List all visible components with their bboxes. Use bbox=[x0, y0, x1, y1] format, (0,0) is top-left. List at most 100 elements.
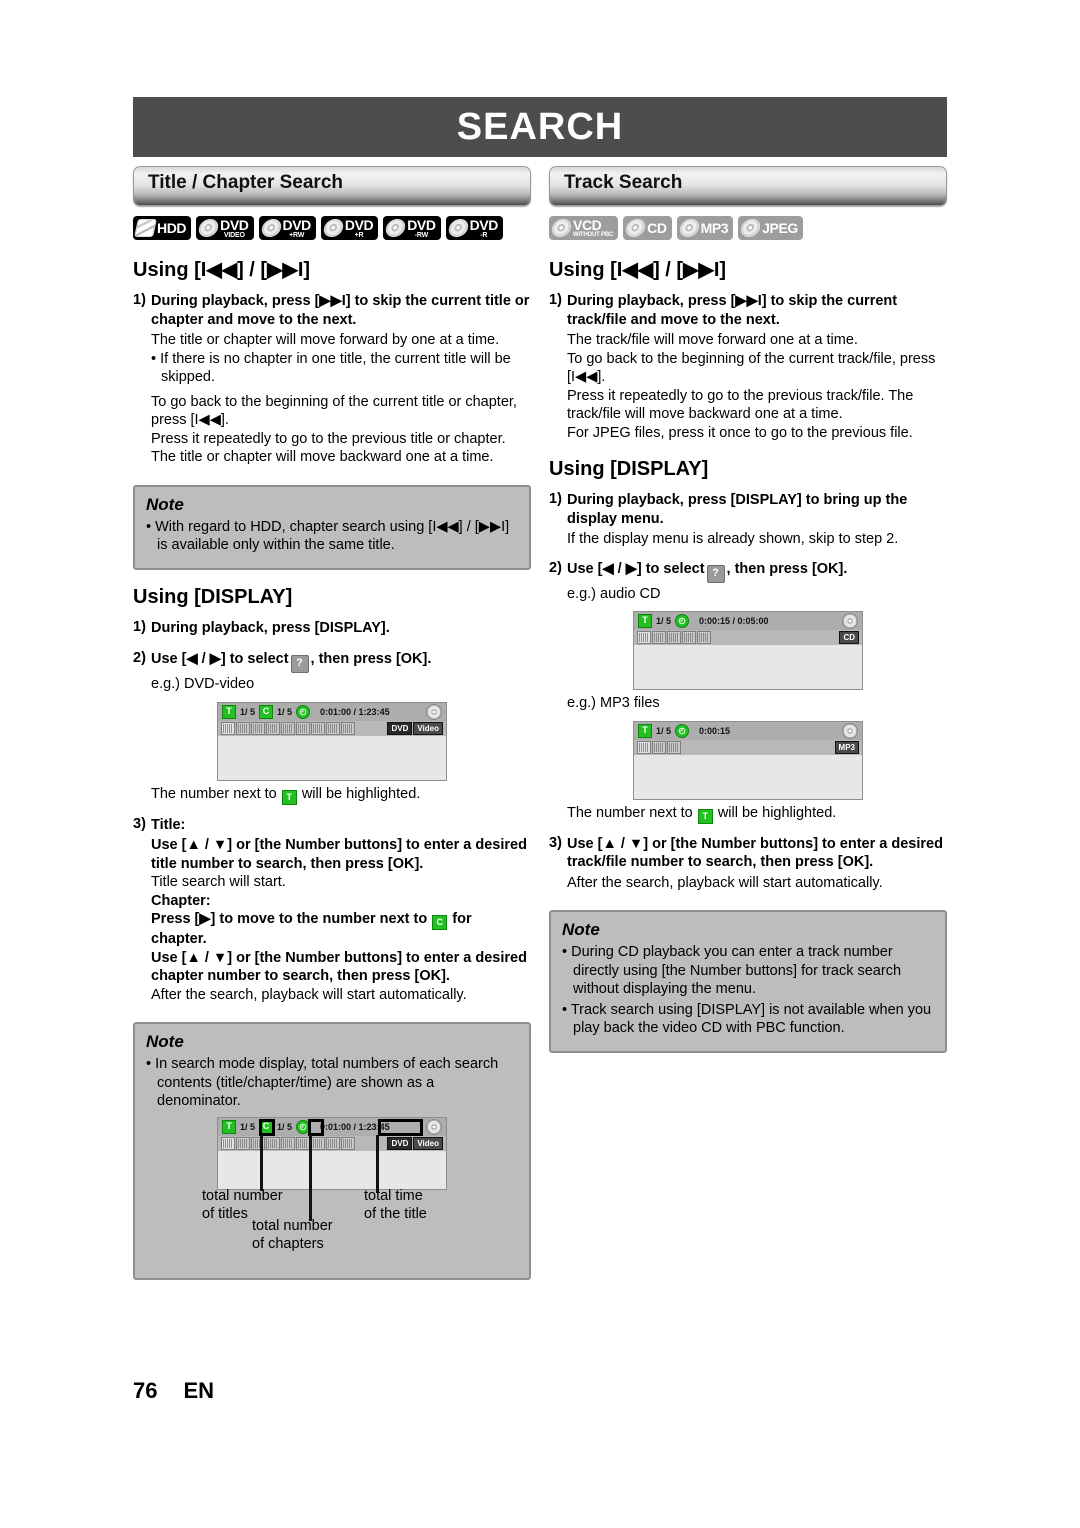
media-badge-line2: VIDEO bbox=[223, 231, 245, 239]
media-badge-line1: DVD bbox=[344, 216, 374, 233]
heading-using-display-left: Using [DISPLAY] bbox=[133, 585, 293, 608]
callout-label-total-chapters: total number of chapters bbox=[252, 1217, 333, 1253]
note-list: With regard to HDD, chapter search using… bbox=[146, 518, 518, 555]
media-badge-dvd-video: DVD VIDEO bbox=[196, 216, 254, 240]
osd-icon-row: CD bbox=[634, 630, 862, 645]
osd-status-row: T 1/ 5 ◴ 0:00:15 / 0:05:00 bbox=[634, 612, 862, 630]
osd-clock-tag: ◴ bbox=[675, 614, 690, 628]
media-badge-dvd-plus-r: DVD +R bbox=[320, 216, 379, 240]
osd-video-area bbox=[634, 645, 862, 689]
section-title-label: Track Search bbox=[564, 172, 683, 193]
osd-chapter-number: 1/ 5 bbox=[277, 1121, 293, 1132]
osd-disc-icon bbox=[426, 1118, 442, 1135]
note-title: Note bbox=[562, 920, 600, 939]
step-3-left: 3) Title: bbox=[133, 816, 531, 835]
step-text-part-a: Use [◀ / ▶] to select bbox=[567, 560, 705, 577]
step-number: 1) bbox=[133, 618, 146, 635]
osd-screenshot-dvd: T 1/ 5 C 1/ 5 ◴ 0:01:00 / 1:23:45 DVD Vi… bbox=[217, 701, 447, 781]
step-1-detail-2: To go back to the beginning of the curre… bbox=[151, 393, 517, 429]
example-label-audio-cd: e.g.) audio CD bbox=[567, 585, 661, 602]
osd-marker-icon bbox=[682, 631, 696, 644]
step-3-after-search: After the search, playback will start au… bbox=[151, 986, 467, 1003]
step-number: 1) bbox=[133, 292, 146, 308]
highlight-sentence-left: The number next to T will be highlighted… bbox=[151, 785, 531, 805]
highlight-sentence-part-b: will be highlighted. bbox=[301, 785, 421, 802]
osd-audio-icon bbox=[236, 1136, 250, 1150]
osd-screenshot-cd-wrap: T 1/ 5 ◴ 0:00:15 / 0:05:00 CD bbox=[549, 611, 947, 690]
osd-time-readout: 0:00:15 / 0:05:00 bbox=[699, 616, 769, 626]
display-step-2-right: 2) Use [◀ / ▶] to select?, then press [O… bbox=[549, 560, 947, 583]
step-text: During playback, press [▶▶I] to skip the… bbox=[151, 293, 530, 328]
note-box-left-1: Note With regard to HDD, chapter search … bbox=[133, 484, 531, 570]
callout-line2: of the title bbox=[364, 1205, 427, 1222]
callout-label-total-time: total time of the title bbox=[364, 1187, 427, 1223]
chapter-instr-part-a: Press [▶] to move to the number next to bbox=[151, 911, 428, 927]
heading-using-skip-right: Using [I◀◀] / [▶▶I] bbox=[549, 259, 727, 281]
manual-page: SEARCH Title / Chapter Search HDD DVD VI… bbox=[133, 97, 947, 1280]
media-badge-line1: DVD bbox=[220, 216, 249, 233]
step-text: During playback, press [DISPLAY]. bbox=[151, 619, 390, 636]
callout-diagram: T 1/ 5 C 1/ 5 ◴ 0:01:00 / 1:23:45 DVD Vi… bbox=[146, 1116, 518, 1267]
callout-line-titles bbox=[260, 1134, 263, 1191]
osd-clock-tag: ◴ bbox=[296, 704, 311, 719]
step-number: 1) bbox=[549, 491, 562, 507]
step-1-left: 1) During playback, press [▶▶I] to skip … bbox=[133, 292, 531, 329]
example-label-mp3-files: e.g.) MP3 files bbox=[567, 695, 660, 711]
disc-icon bbox=[384, 219, 408, 237]
osd-video-area bbox=[634, 754, 862, 799]
note-box-right: Note During CD playback you can enter a … bbox=[549, 910, 947, 1053]
step-text-part-b: , then press [OK]. bbox=[310, 651, 432, 667]
hdd-platter-icon bbox=[134, 219, 157, 237]
title-tag-icon: T bbox=[281, 789, 297, 805]
highlight-box-total-titles bbox=[259, 1118, 275, 1136]
display-step-1-right: 1) During playback, press [DISPLAY] to b… bbox=[549, 491, 947, 528]
section-header-title-chapter-search: Title / Chapter Search bbox=[133, 166, 531, 206]
step-3-title-instruction: Use [▲ / ▼] or [the Number buttons] to e… bbox=[151, 837, 527, 872]
page-footer: 76 EN bbox=[133, 1378, 214, 1404]
osd-screenshot-mp3: T 1/ 5 ◴ 0:00:15 MP3 bbox=[633, 720, 863, 800]
display-step-1-detail: If the display menu is already shown, sk… bbox=[567, 531, 899, 547]
media-badge-row-right: VCD WITHOUT PBC CD MP3 JPEG bbox=[549, 215, 947, 241]
osd-picture-icon bbox=[341, 1136, 355, 1150]
media-badge-mp3: MP3 bbox=[676, 216, 734, 240]
highlight-box-total-chapters bbox=[308, 1118, 324, 1136]
media-badge-line2: +RW bbox=[289, 231, 305, 239]
chapter-tag-icon: C bbox=[432, 915, 448, 930]
callout-line2: of titles bbox=[202, 1205, 248, 1222]
step-3-after-search: After the search, playback will start au… bbox=[567, 874, 883, 891]
note-item: In search mode display, total numbers of… bbox=[146, 1055, 518, 1111]
media-badge-line1: VCD bbox=[573, 216, 602, 233]
note-title: Note bbox=[146, 494, 184, 514]
disc-icon bbox=[197, 219, 221, 237]
osd-video-area bbox=[218, 1150, 446, 1189]
step-1-detail-3: Press it repeatedly to go to the previou… bbox=[151, 430, 506, 466]
callout-line1: total number bbox=[252, 1217, 333, 1234]
osd-audio-icon bbox=[652, 631, 666, 644]
osd-marker-icon bbox=[296, 721, 310, 735]
note-list: During CD playback you can enter a track… bbox=[562, 943, 934, 1038]
osd-picture-icon bbox=[667, 740, 681, 754]
osd-title-tag: T bbox=[222, 704, 236, 719]
media-badge-line1: CD bbox=[647, 220, 667, 236]
media-badge-line2: -RW bbox=[414, 231, 429, 239]
note-title: Note bbox=[146, 1032, 184, 1051]
page-language: EN bbox=[183, 1378, 215, 1403]
step-3-right: 3) Use [▲ / ▼] or [the Number buttons] t… bbox=[549, 835, 947, 872]
highlight-sentence-part-b: will be highlighted. bbox=[717, 804, 837, 821]
step-number: 3) bbox=[549, 834, 562, 851]
note-box-left-2: Note In search mode display, total numbe… bbox=[133, 1022, 531, 1280]
osd-zoom-icon bbox=[326, 1136, 340, 1150]
media-badge-line1: JPEG bbox=[762, 220, 798, 236]
media-badge-line1: DVD bbox=[469, 216, 499, 233]
step-1-detail-3: Press it repeatedly to go to the previou… bbox=[567, 387, 914, 423]
callout-line-chapters bbox=[309, 1134, 312, 1221]
osd-title-tag: T bbox=[638, 723, 652, 738]
media-badge-line2: -R bbox=[480, 231, 488, 239]
osd-repeat-icon bbox=[667, 631, 681, 644]
osd-angle-icon bbox=[266, 721, 280, 735]
highlight-sentence-part-a: The number next to bbox=[151, 785, 277, 802]
heading-using-display-right: Using [DISPLAY] bbox=[549, 458, 709, 480]
osd-title-number: 1/ 5 bbox=[240, 1121, 256, 1132]
osd-media-label-mp3: MP3 bbox=[834, 740, 859, 754]
right-column: Track Search VCD WITHOUT PBC CD MP3 JPEG… bbox=[549, 166, 947, 1280]
